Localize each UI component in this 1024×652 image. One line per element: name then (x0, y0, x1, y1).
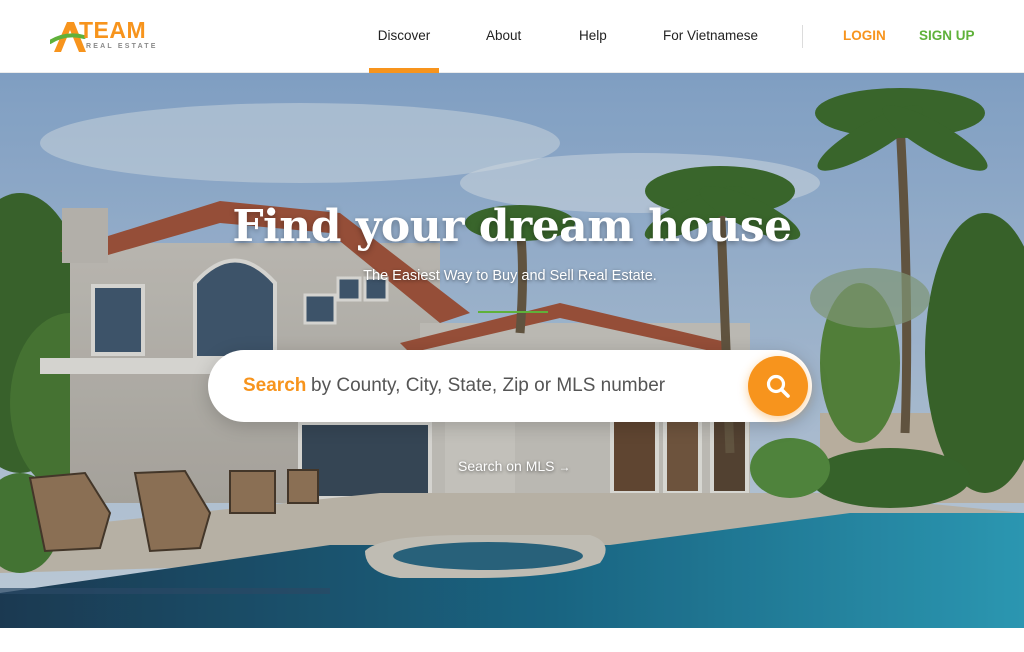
hero-title: Find your dream house (232, 201, 792, 252)
hero-divider (478, 311, 548, 313)
nav-item-for-vietnamese[interactable]: For Vietnamese (663, 0, 758, 73)
nav-item-about[interactable]: About (486, 0, 521, 73)
search-bar: Search (208, 350, 812, 422)
search-label: Search (243, 375, 307, 396)
logo[interactable]: TEAM REAL ESTATE (50, 16, 165, 56)
nav-divider (802, 25, 803, 48)
hero-subtitle: The Easiest Way to Buy and Sell Real Est… (363, 268, 657, 284)
signup-link[interactable]: SIGN UP (919, 0, 975, 73)
search-button[interactable] (748, 356, 808, 416)
logo-tagline: REAL ESTATE (86, 43, 158, 50)
hero-section: Find your dream house The Easiest Way to… (0, 73, 1024, 628)
search-on-mls-link[interactable]: Search on MLS → (458, 458, 571, 474)
search-icon (766, 374, 790, 398)
search-on-mls-label: Search on MLS (458, 458, 555, 474)
search-input[interactable] (311, 368, 731, 404)
nav-item-discover[interactable]: Discover (369, 0, 439, 73)
nav-item-help[interactable]: Help (579, 0, 607, 73)
site-header: TEAM REAL ESTATE Discover About Help For… (0, 0, 1024, 73)
arrow-right-icon: → (558, 460, 571, 474)
logo-word: TEAM (79, 17, 147, 43)
login-link[interactable]: LOGIN (843, 0, 886, 73)
